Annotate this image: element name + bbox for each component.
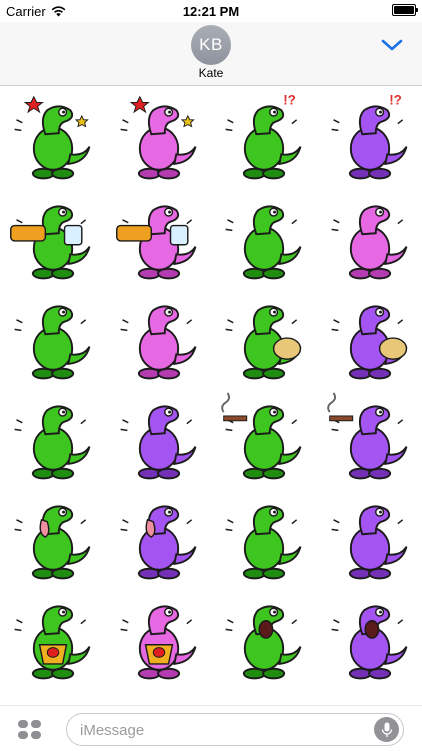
sticker-confused-green[interactable]: !? <box>216 90 312 188</box>
sticker-scream-green[interactable] <box>216 590 312 688</box>
scream-dinosaur-icon <box>330 605 407 680</box>
laughing-dinosaur-icon <box>14 405 91 480</box>
sticker-angry-pink[interactable] <box>111 590 207 688</box>
status-right <box>392 4 418 16</box>
sticker-fart-purple[interactable] <box>322 290 418 388</box>
battery-icon <box>392 4 418 16</box>
sticker-facepalm-green[interactable] <box>5 290 101 388</box>
sticker-dizzy-pink[interactable] <box>111 90 207 188</box>
dizzy-dinosaur-icon <box>119 95 196 180</box>
sticker-shy-purple[interactable] <box>322 490 418 588</box>
facepalm-dinosaur-icon <box>14 305 91 380</box>
thinking-dinosaur-icon <box>225 205 302 280</box>
svg-text:!?: !? <box>389 92 402 107</box>
sticker-facepalm-pink[interactable] <box>111 290 207 388</box>
shy-dinosaur-icon <box>330 505 407 580</box>
sticker-burp-green[interactable] <box>5 190 101 288</box>
scream-dinosaur-icon <box>225 605 302 680</box>
message-placeholder: iMessage <box>80 722 145 739</box>
shy-dinosaur-icon <box>225 505 302 580</box>
conversation-header: KB Kate <box>0 22 422 86</box>
sticker-laughing-green[interactable] <box>5 390 101 488</box>
fart-dinosaur-icon <box>225 305 302 380</box>
status-bar: Carrier 12:21 PM <box>0 0 422 22</box>
contact-name[interactable]: Kate <box>0 66 422 80</box>
sticker-thinking-pink[interactable] <box>322 190 418 288</box>
message-field[interactable]: iMessage <box>66 713 404 746</box>
sticker-fart-green[interactable] <box>216 290 312 388</box>
facepalm-dinosaur-icon <box>119 305 196 380</box>
chevron-down-icon[interactable] <box>380 36 404 54</box>
message-input-bar: iMessage <box>0 705 422 751</box>
angry-dinosaur-icon <box>119 605 196 680</box>
sticker-burp-pink[interactable] <box>111 190 207 288</box>
status-time: 12:21 PM <box>182 4 240 19</box>
sticker-shy-green[interactable] <box>216 490 312 588</box>
sticker-laughing-purple[interactable] <box>111 390 207 488</box>
tongue-dinosaur-icon <box>14 505 91 580</box>
sticker-tongue-purple[interactable] <box>111 490 207 588</box>
smoking-dinosaur-icon <box>221 392 302 480</box>
confused-dinosaur-icon: !? <box>225 92 302 180</box>
microphone-button[interactable] <box>374 717 399 742</box>
fart-dinosaur-icon <box>330 305 407 380</box>
sticker-angry-green[interactable] <box>5 590 101 688</box>
sticker-grid: !?!? <box>0 86 422 706</box>
angry-dinosaur-icon <box>14 605 91 680</box>
thinking-dinosaur-icon <box>330 205 407 280</box>
svg-text:!?: !? <box>283 92 296 107</box>
sticker-smoking-green[interactable] <box>216 390 312 488</box>
sticker-confused-purple[interactable]: !? <box>322 90 418 188</box>
sticker-smoking-purple[interactable] <box>322 390 418 488</box>
dizzy-dinosaur-icon <box>14 95 91 180</box>
sticker-dizzy-green[interactable] <box>5 90 101 188</box>
microphone-icon <box>381 722 392 737</box>
laughing-dinosaur-icon <box>119 405 196 480</box>
sticker-scream-purple[interactable] <box>322 590 418 688</box>
app-drawer-icon[interactable] <box>17 719 43 741</box>
confused-dinosaur-icon: !? <box>330 92 407 180</box>
tongue-dinosaur-icon <box>119 505 196 580</box>
burp-dinosaur-icon <box>10 205 91 280</box>
sticker-tongue-green[interactable] <box>5 490 101 588</box>
smoking-dinosaur-icon <box>326 392 407 480</box>
sticker-thinking-green[interactable] <box>216 190 312 288</box>
contact-avatar[interactable]: KB <box>191 25 231 65</box>
burp-dinosaur-icon <box>115 205 196 280</box>
